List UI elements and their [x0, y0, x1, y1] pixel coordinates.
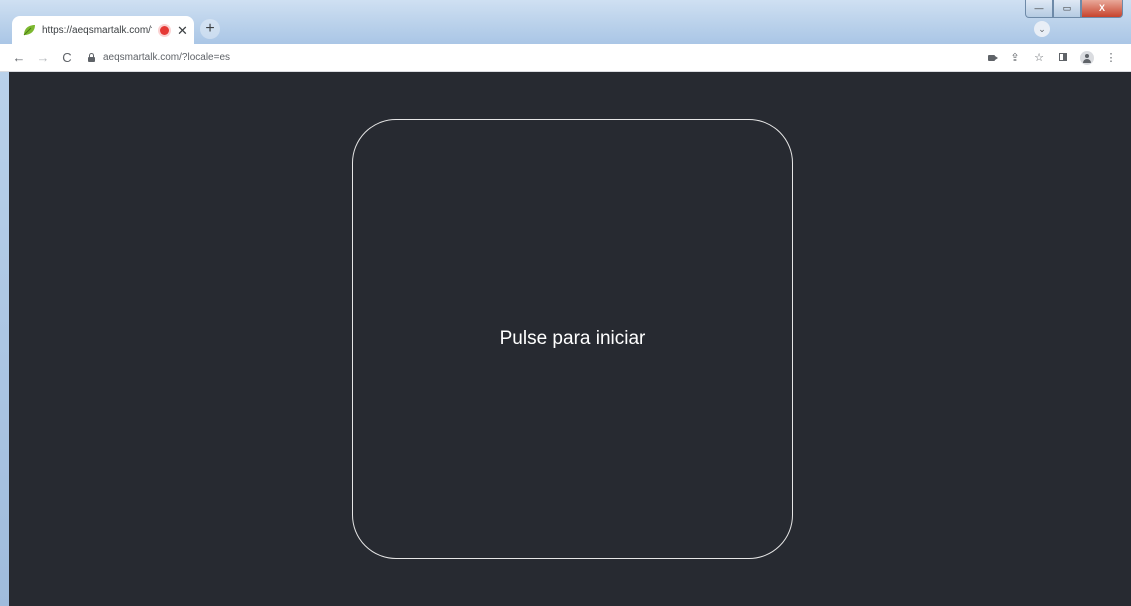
- start-button[interactable]: Pulse para iniciar: [352, 119, 793, 559]
- recording-indicator-icon: [160, 25, 169, 35]
- active-tab[interactable]: https://aeqsmartalk.com/?l ✕: [12, 16, 194, 44]
- browser-window: https://aeqsmartalk.com/?l ✕ + ⌄ — ▭ X ←…: [0, 0, 1131, 606]
- leaf-icon: [22, 23, 36, 37]
- camera-icon[interactable]: [981, 52, 1001, 64]
- tab-close-icon[interactable]: ✕: [177, 24, 188, 37]
- toolbar-actions: ⇪ ☆ ⋮: [977, 44, 1121, 71]
- tab-strip: https://aeqsmartalk.com/?l ✕ + ⌄ — ▭ X: [0, 0, 1131, 44]
- menu-icon[interactable]: ⋮: [1101, 51, 1121, 64]
- tab-title: https://aeqsmartalk.com/?l: [42, 24, 152, 36]
- tab-search-button[interactable]: ⌄: [1034, 21, 1050, 37]
- window-left-edge: [0, 72, 9, 606]
- address-bar[interactable]: aeqsmartalk.com/?locale=es: [103, 52, 230, 63]
- new-tab-button[interactable]: +: [200, 19, 220, 39]
- minimize-button[interactable]: —: [1025, 0, 1053, 18]
- reload-button[interactable]: C: [56, 47, 78, 69]
- side-panel-icon[interactable]: [1053, 52, 1073, 64]
- window-controls: — ▭ X: [1025, 0, 1123, 18]
- start-label: Pulse para iniciar: [499, 328, 646, 349]
- bookmark-star-icon[interactable]: ☆: [1029, 51, 1049, 64]
- forward-button[interactable]: →: [32, 47, 54, 69]
- maximize-button[interactable]: ▭: [1053, 0, 1081, 18]
- page-content: Pulse para iniciar: [9, 72, 1131, 606]
- profile-avatar-icon[interactable]: [1077, 50, 1097, 65]
- close-window-button[interactable]: X: [1081, 0, 1123, 18]
- lock-icon[interactable]: [88, 53, 95, 62]
- back-button[interactable]: ←: [8, 47, 30, 69]
- share-icon[interactable]: ⇪: [1005, 51, 1025, 64]
- browser-toolbar: ← → C aeqsmartalk.com/?locale=es ⇪ ☆ ⋮: [0, 44, 1131, 72]
